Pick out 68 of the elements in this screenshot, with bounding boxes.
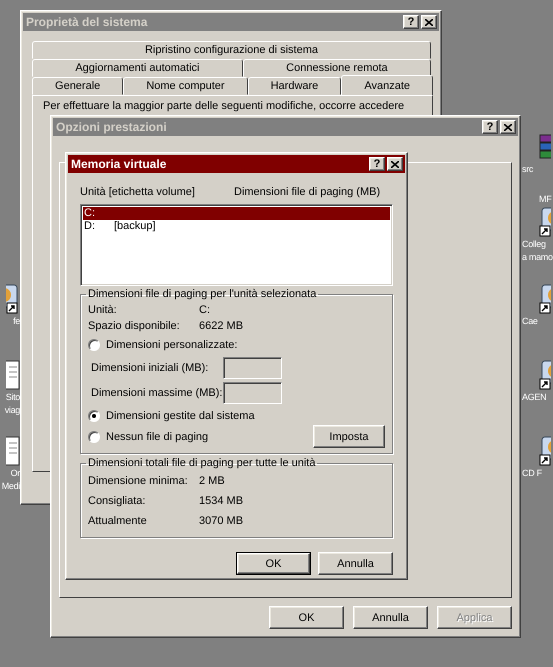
help-button[interactable]: ?: [403, 15, 419, 29]
description-text: Per effettuare la maggior parte delle seguenti modifiche, occorre accedere: [43, 100, 406, 113]
window-title: Proprietà del sistema: [26, 15, 148, 29]
icon-label: Sito: [6, 391, 20, 404]
icon-label: Colleg: [522, 238, 546, 251]
close-icon: [504, 124, 512, 130]
dialog-button[interactable]: Annulla: [353, 606, 428, 629]
field-value: C:: [199, 304, 211, 316]
close-button[interactable]: [421, 15, 437, 29]
dialog-button[interactable]: OK: [269, 606, 344, 629]
group-title: Dimensioni file di paging per l'unità selezionata: [87, 288, 318, 300]
shortcut-icon[interactable]: [538, 435, 551, 467]
tab[interactable]: Generale: [32, 77, 124, 95]
icon-label: CD F: [522, 467, 542, 480]
field-label: Dimensioni iniziali (MB):: [91, 362, 210, 374]
tab[interactable]: Avanzate: [341, 75, 434, 95]
dialog-button[interactable]: OK: [236, 552, 311, 575]
drive-row[interactable]: C:: [83, 207, 390, 220]
radio-label[interactable]: Dimensioni gestite dal sistema: [106, 410, 255, 422]
field-label: Dimensioni massime (MB):: [91, 386, 223, 398]
dialog-button[interactable]: Annulla: [318, 552, 393, 575]
tab[interactable]: Connessione remota: [242, 59, 432, 77]
radio-label[interactable]: Nessun file di paging: [106, 430, 208, 442]
field-label: Spazio disponibile:: [88, 320, 181, 332]
shortcut-icon[interactable]: [538, 359, 551, 391]
radio-button[interactable]: [88, 430, 100, 442]
field-value: 6622 MB: [199, 320, 244, 332]
set-button[interactable]: Imposta: [313, 425, 385, 448]
drive-row[interactable]: D: [backup]: [83, 220, 390, 233]
tab[interactable]: Aggiornamenti automatici: [32, 59, 243, 77]
tab[interactable]: Hardware: [248, 77, 342, 95]
column-header: Unità [etichetta volume]: [80, 186, 196, 199]
window-title: Opzioni prestazioni: [56, 120, 168, 134]
close-icon: [425, 18, 433, 26]
icon-caption: MF: [539, 193, 552, 206]
radio-button[interactable]: [88, 410, 100, 422]
icon-label: fe: [13, 315, 20, 328]
tab[interactable]: Nome computer: [123, 77, 248, 95]
group-title: Dimensioni totali file di paging per tutte le unità: [87, 457, 316, 469]
icon-label: Medi: [2, 480, 20, 493]
icon-label: Cae: [522, 315, 538, 328]
field-label: Unità:: [88, 304, 118, 316]
icon-label: src: [522, 163, 534, 176]
shortcut-icon[interactable]: [6, 283, 20, 315]
window-title: Memoria virtuale: [71, 157, 168, 171]
column-header: Dimensioni file di paging (MB): [234, 186, 382, 199]
field-value: 2 MB: [199, 475, 226, 487]
icon-label: Or: [10, 467, 20, 480]
field-label: Consigliata:: [88, 495, 146, 507]
close-button[interactable]: [387, 157, 403, 171]
icon-label: viag: [4, 404, 20, 417]
close-button[interactable]: [500, 120, 516, 134]
shortcut-icon[interactable]: [538, 206, 551, 238]
radio-label[interactable]: Dimensioni personalizzate:: [106, 338, 238, 350]
field-value: 1534 MB: [199, 495, 244, 507]
field-label: Attualmente: [88, 515, 148, 527]
radio-button[interactable]: [88, 338, 100, 350]
field-value: 3070 MB: [199, 515, 244, 527]
help-button[interactable]: ?: [369, 157, 385, 171]
notepad-icon[interactable]: [6, 359, 20, 391]
tab[interactable]: Ripristino configurazione di sistema: [32, 41, 431, 59]
icon-label: AGEN: [522, 391, 546, 404]
field-label: Dimensione minima:: [88, 475, 189, 487]
icon-label: a mamo: [522, 251, 553, 264]
shortcut-icon[interactable]: [538, 283, 551, 315]
close-icon: [391, 160, 399, 168]
notepad-icon[interactable]: [6, 435, 20, 467]
help-button[interactable]: ?: [482, 120, 498, 134]
